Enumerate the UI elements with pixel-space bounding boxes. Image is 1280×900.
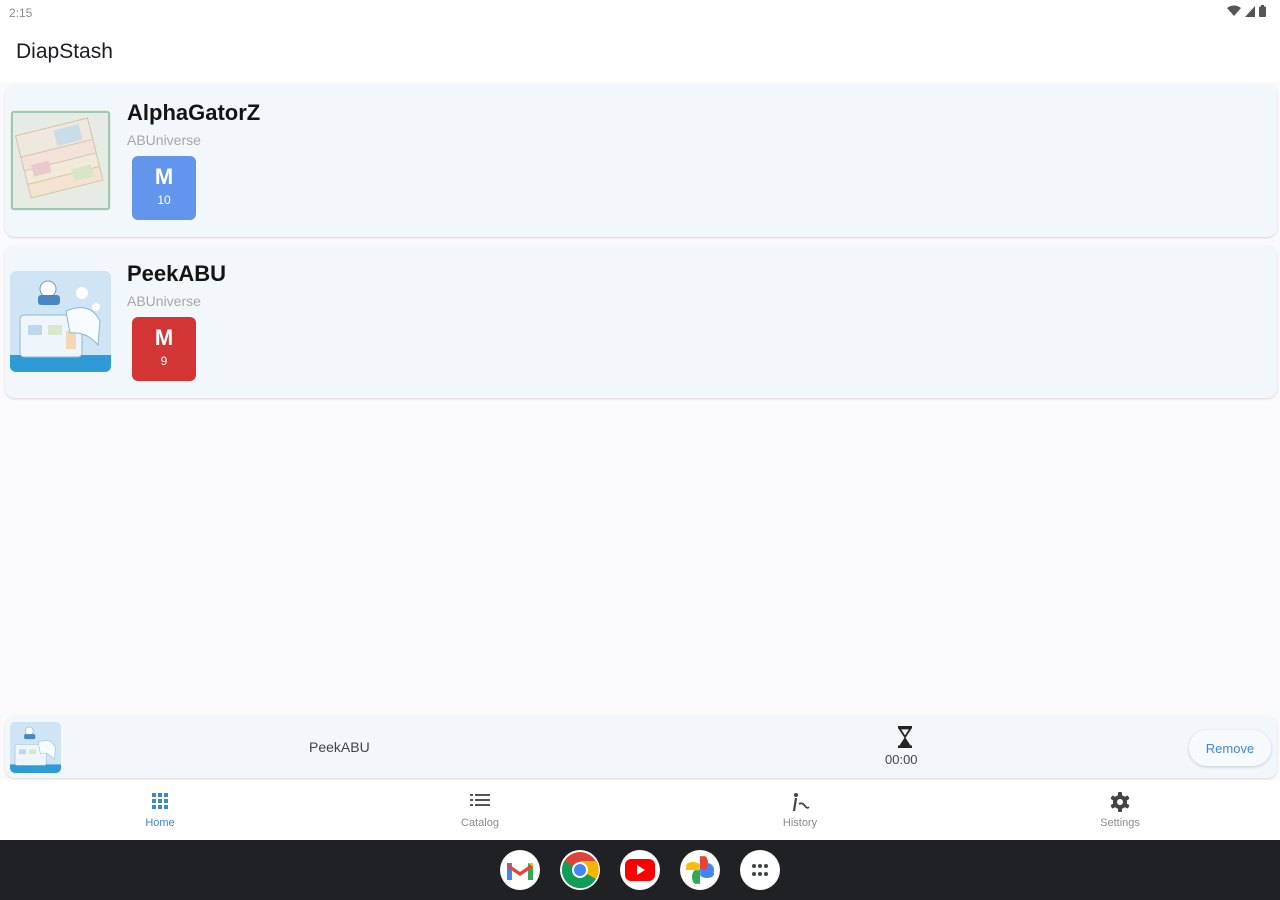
app-drawer-icon[interactable] (740, 850, 780, 890)
size-badge[interactable]: M 10 (132, 156, 196, 220)
size-letter: M (154, 325, 174, 350)
app-bar: DiapStash (0, 26, 1280, 82)
system-taskbar (0, 840, 1280, 900)
now-wearing-thumbnail (10, 722, 61, 773)
nav-label: History (782, 817, 818, 829)
photos-icon[interactable] (680, 850, 720, 890)
youtube-icon[interactable] (620, 850, 660, 890)
diaper-thumbnail (10, 110, 111, 211)
diaper-brand: ABUniverse (127, 132, 201, 148)
status-bar: 2:15 (0, 0, 1280, 26)
wear-timer: 00:00 (885, 752, 918, 767)
diaper-name: PeekABU (127, 261, 227, 286)
nav-label: Settings (1100, 817, 1140, 829)
diaper-card-peekabu[interactable]: PeekABU ABUniverse M 9 (5, 245, 1277, 398)
stock-count: 10 (157, 193, 171, 207)
size-badge[interactable]: M 9 (132, 317, 196, 381)
battery-icon (1259, 5, 1266, 17)
gmail-icon[interactable] (500, 850, 540, 890)
nav-item-history[interactable]: History (640, 780, 960, 840)
status-icons (1227, 5, 1266, 17)
diaper-brand: ABUniverse (127, 293, 201, 309)
list-icon (470, 794, 490, 806)
nav-item-settings[interactable]: Settings (960, 780, 1280, 840)
history-icon (792, 793, 810, 812)
nav-label: Catalog (461, 817, 499, 829)
remove-button[interactable]: Remove (1189, 730, 1271, 766)
status-time: 2:15 (9, 6, 33, 20)
hourglass-icon (898, 726, 912, 748)
size-letter: M (154, 164, 174, 189)
wifi-icon (1227, 5, 1241, 16)
stock-count: 9 (160, 354, 168, 368)
now-wearing-name: PeekABU (309, 739, 370, 755)
gear-icon (1110, 792, 1130, 812)
grid-icon (152, 793, 168, 809)
app-title: DiapStash (16, 40, 113, 63)
signal-icon (1245, 6, 1255, 17)
diaper-card-alphagatorz[interactable]: AlphaGatorZ ABUniverse M 10 (5, 84, 1277, 237)
diaper-thumbnail (10, 271, 111, 372)
nav-item-catalog[interactable]: Catalog (320, 780, 640, 840)
now-wearing-bar[interactable]: PeekABU 00:00 Remove (5, 716, 1277, 778)
diaper-name: AlphaGatorZ (127, 100, 261, 125)
app-dock (500, 850, 780, 890)
bottom-navigation: Home Catalog History Settings (0, 780, 1280, 840)
chrome-icon[interactable] (560, 850, 600, 890)
nav-label: Home (145, 817, 175, 829)
nav-item-home[interactable]: Home (0, 780, 320, 840)
